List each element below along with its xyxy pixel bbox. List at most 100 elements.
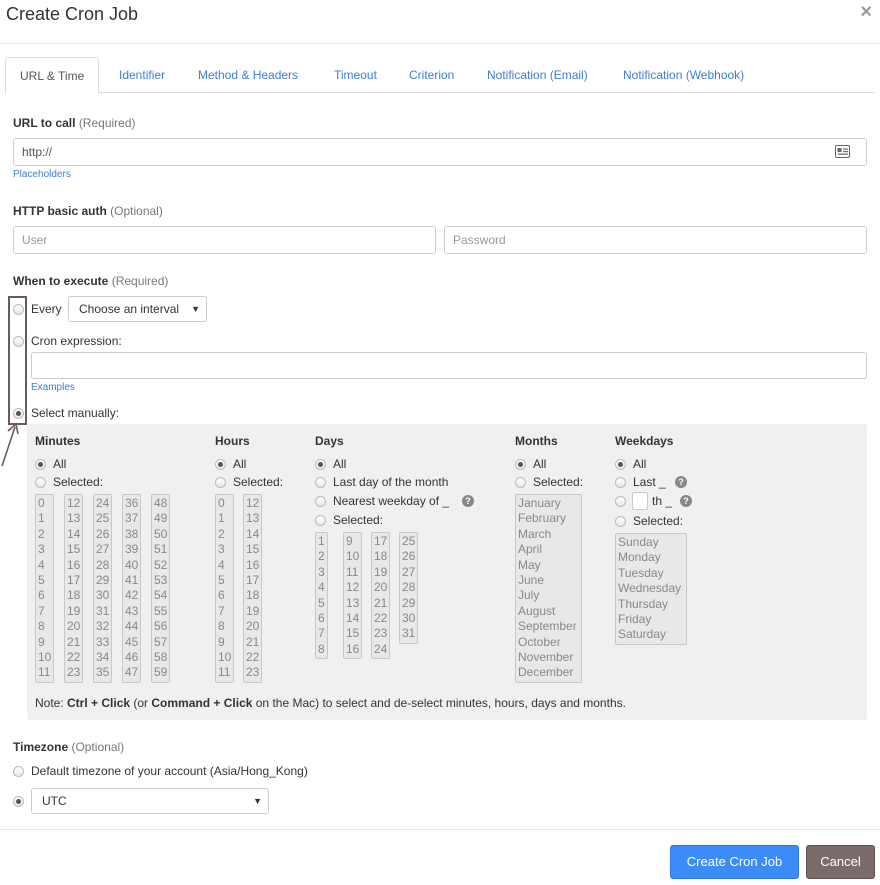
minutes-list[interactable]: 12 13 14 15 16 17 18 19 20 21 22 23 xyxy=(64,494,83,683)
list-option[interactable]: 22 xyxy=(67,650,80,665)
list-option[interactable]: 34 xyxy=(96,650,109,665)
list-option[interactable]: 30 xyxy=(402,611,415,626)
hours-all-radio[interactable] xyxy=(215,459,226,470)
list-option[interactable]: 58 xyxy=(154,650,167,665)
list-option[interactable]: 7 xyxy=(38,604,51,619)
list-option[interactable]: 33 xyxy=(96,635,109,650)
list-option[interactable]: 12 xyxy=(346,580,359,595)
list-option[interactable]: 14 xyxy=(67,527,80,542)
hours-list[interactable]: 12 13 14 15 16 17 18 19 20 21 22 23 xyxy=(243,494,262,683)
list-option[interactable]: 6 xyxy=(218,588,231,603)
placeholders-link[interactable]: Placeholders xyxy=(13,169,71,180)
url-input[interactable] xyxy=(13,138,867,166)
list-option[interactable]: 25 xyxy=(96,511,109,526)
tab-notification-webhook[interactable]: Notification (Webhook) xyxy=(623,57,744,93)
weekdays-selected-radio[interactable] xyxy=(615,516,626,527)
list-option[interactable]: 0 xyxy=(38,496,51,511)
list-option[interactable]: 7 xyxy=(318,626,325,641)
list-option[interactable]: 44 xyxy=(125,619,138,634)
days-selected-radio[interactable] xyxy=(315,515,326,526)
days-list[interactable]: 17 18 19 20 21 22 23 24 xyxy=(371,532,390,660)
days-all-radio[interactable] xyxy=(315,459,326,470)
list-option[interactable]: June xyxy=(518,573,579,588)
list-option[interactable]: Sunday xyxy=(618,535,684,550)
list-option[interactable]: 48 xyxy=(154,496,167,511)
list-option[interactable]: 24 xyxy=(96,496,109,511)
list-option[interactable]: 50 xyxy=(154,527,167,542)
list-option[interactable]: 53 xyxy=(154,573,167,588)
list-option[interactable]: 10 xyxy=(38,650,51,665)
list-option[interactable]: 1 xyxy=(218,511,231,526)
list-option[interactable]: 12 xyxy=(67,496,80,511)
list-option[interactable]: 6 xyxy=(318,611,325,626)
list-option[interactable]: 21 xyxy=(374,596,387,611)
password-input[interactable] xyxy=(444,226,867,254)
list-option[interactable]: 42 xyxy=(125,588,138,603)
months-all-radio[interactable] xyxy=(515,459,526,470)
list-option[interactable]: 56 xyxy=(154,619,167,634)
list-option[interactable]: 26 xyxy=(96,527,109,542)
list-option[interactable]: 20 xyxy=(67,619,80,634)
hours-selected-radio[interactable] xyxy=(215,477,226,488)
list-option[interactable]: May xyxy=(518,558,579,573)
weekdays-nth-radio[interactable] xyxy=(615,496,626,507)
list-option[interactable]: 17 xyxy=(246,573,259,588)
list-option[interactable]: 40 xyxy=(125,558,138,573)
list-option[interactable]: 5 xyxy=(38,573,51,588)
list-option[interactable]: 12 xyxy=(246,496,259,511)
list-option[interactable]: Wednesday xyxy=(618,581,684,596)
list-option[interactable]: Saturday xyxy=(618,627,684,642)
list-option[interactable]: 23 xyxy=(67,665,80,680)
list-option[interactable]: 37 xyxy=(125,511,138,526)
question-icon[interactable]: ? xyxy=(680,495,692,507)
timezone-select[interactable]: UTC ▼ xyxy=(31,788,269,814)
list-option[interactable]: 5 xyxy=(218,573,231,588)
list-option[interactable]: 13 xyxy=(67,511,80,526)
days-list[interactable]: 12345678 xyxy=(315,532,328,660)
list-option[interactable]: 55 xyxy=(154,604,167,619)
tab-criterion[interactable]: Criterion xyxy=(409,57,454,93)
list-option[interactable]: 14 xyxy=(346,611,359,626)
list-option[interactable]: 2 xyxy=(218,527,231,542)
list-option[interactable]: 4 xyxy=(318,580,325,595)
list-option[interactable]: 25 xyxy=(402,534,415,549)
create-cron-job-button[interactable]: Create Cron Job xyxy=(670,845,799,879)
list-option[interactable]: 32 xyxy=(96,619,109,634)
list-option[interactable]: 18 xyxy=(374,549,387,564)
list-option[interactable]: 13 xyxy=(246,511,259,526)
list-option[interactable]: 19 xyxy=(67,604,80,619)
list-option[interactable]: 7 xyxy=(218,604,231,619)
list-option[interactable]: Friday xyxy=(618,612,684,627)
list-option[interactable]: 28 xyxy=(402,580,415,595)
list-option[interactable]: 27 xyxy=(96,542,109,557)
examples-link[interactable]: Examples xyxy=(31,382,75,393)
list-option[interactable]: 21 xyxy=(246,635,259,650)
list-option[interactable]: 16 xyxy=(346,642,359,657)
question-icon[interactable]: ? xyxy=(462,495,474,507)
list-option[interactable]: 20 xyxy=(246,619,259,634)
list-option[interactable]: 49 xyxy=(154,511,167,526)
list-option[interactable]: August xyxy=(518,604,579,619)
list-option[interactable]: 9 xyxy=(218,635,231,650)
list-option[interactable]: 8 xyxy=(218,619,231,634)
weekdays-all-radio[interactable] xyxy=(615,459,626,470)
list-option[interactable]: 28 xyxy=(96,558,109,573)
timezone-default-radio[interactable] xyxy=(13,766,24,777)
weekdays-last-radio[interactable] xyxy=(615,477,626,488)
close-icon[interactable]: × xyxy=(860,1,872,24)
list-option[interactable]: 8 xyxy=(318,642,325,657)
list-option[interactable]: 23 xyxy=(374,626,387,641)
list-option[interactable]: 10 xyxy=(218,650,231,665)
list-option[interactable]: 11 xyxy=(38,665,51,680)
list-option[interactable]: 59 xyxy=(154,665,167,680)
list-option[interactable]: Tuesday xyxy=(618,566,684,581)
list-option[interactable]: 18 xyxy=(67,588,80,603)
minutes-list[interactable]: 48 49 50 51 52 53 54 55 56 57 58 59 xyxy=(151,494,170,683)
list-option[interactable]: 1 xyxy=(318,534,325,549)
list-option[interactable]: 19 xyxy=(374,565,387,580)
list-option[interactable]: 2 xyxy=(38,527,51,542)
list-option[interactable]: 31 xyxy=(402,626,415,641)
list-option[interactable]: Monday xyxy=(618,550,684,565)
list-option[interactable]: 19 xyxy=(246,604,259,619)
list-option[interactable]: 41 xyxy=(125,573,138,588)
